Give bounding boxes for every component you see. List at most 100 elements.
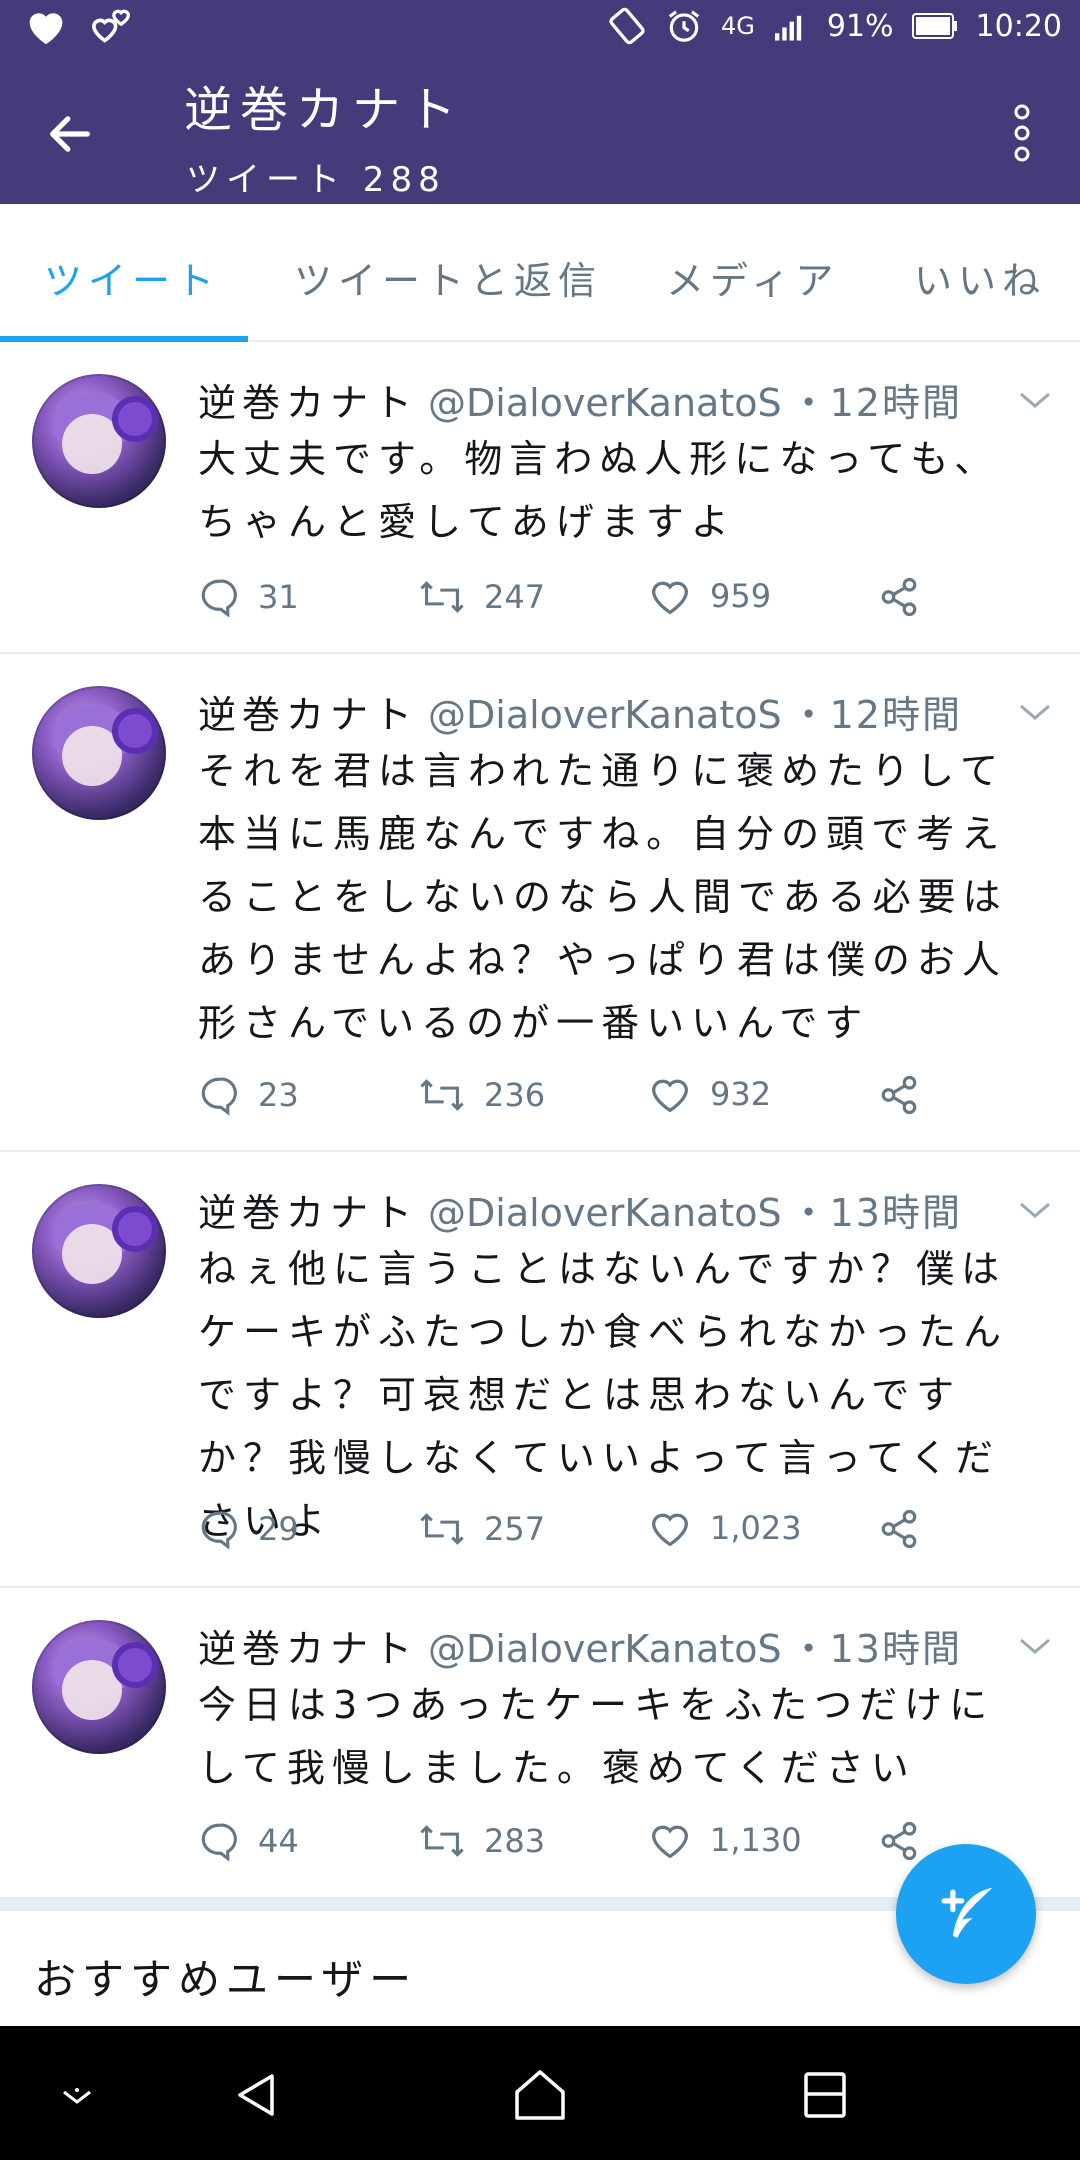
rotate-icon [607, 6, 647, 46]
profile-title: 逆巻カナト [184, 82, 465, 138]
reply-count: 23 [258, 1076, 299, 1114]
chevron-down-icon[interactable] [1018, 1200, 1052, 1220]
retweet-button[interactable]: 283 [418, 1820, 545, 1862]
reply-icon [201, 1511, 237, 1550]
tweet-actions: 44 283 1,130 [198, 1820, 958, 1872]
author-name: 逆巻カナト [198, 693, 419, 737]
tweet-header: 逆巻カナト @DialoverKanatoS ・13時間 [198, 1618, 962, 1673]
reply-button[interactable]: 23 [198, 1074, 299, 1116]
network-type-label: 4G [720, 12, 755, 40]
retweet-count: 257 [484, 1510, 546, 1548]
tweet-count: ツイート 288 [186, 160, 446, 200]
like-button[interactable]: 932 [648, 1074, 771, 1114]
avatar[interactable] [32, 686, 166, 820]
share-button[interactable] [878, 1508, 920, 1550]
tab-media[interactable]: メディア [666, 250, 839, 305]
share-button[interactable] [878, 1074, 920, 1116]
hide-nav-icon[interactable] [42, 2060, 112, 2130]
hearts-app-icon [90, 6, 134, 46]
alarm-icon [665, 7, 703, 45]
heart-icon [651, 1825, 689, 1859]
retweet-icon [420, 1079, 464, 1111]
battery-percent: 91% [826, 8, 894, 44]
like-count: 1,023 [710, 1509, 802, 1547]
tweet-text: 大丈夫です。物言わぬ人形になっても、ちゃんと愛してあげますよ [198, 437, 1000, 544]
tab-tweets-and-replies[interactable]: ツイートと返信 [294, 250, 602, 305]
chevron-down-icon[interactable] [1018, 702, 1052, 722]
tweet-actions: 31 247 959 [198, 576, 958, 628]
author-name: 逆巻カナト [198, 381, 419, 425]
tweet-actions: 23 236 932 [198, 1074, 958, 1126]
like-count: 959 [710, 577, 772, 615]
tab-tweets[interactable]: ツイート [44, 250, 220, 305]
like-button[interactable]: 959 [648, 576, 771, 616]
share-icon [881, 1075, 917, 1115]
tweet-time: ・12時間 [789, 381, 962, 425]
avatar[interactable] [32, 1184, 166, 1318]
reply-button[interactable]: 29 [198, 1508, 299, 1550]
tweet-time: ・12時間 [789, 693, 962, 737]
reply-icon [201, 1823, 237, 1862]
author-handle: @DialoverKanatoS [428, 381, 782, 425]
author-handle: @DialoverKanatoS [428, 1191, 782, 1235]
tab-likes[interactable]: いいね [914, 250, 1046, 305]
like-count: 932 [710, 1075, 772, 1113]
retweet-button[interactable]: 257 [418, 1508, 545, 1550]
reply-button[interactable]: 44 [198, 1820, 299, 1862]
like-button[interactable]: 1,130 [648, 1820, 802, 1860]
reply-button[interactable]: 31 [198, 576, 299, 618]
recents-nav-icon[interactable] [790, 2060, 860, 2130]
share-button[interactable] [878, 576, 920, 618]
compose-tweet-button[interactable] [896, 1844, 1036, 1984]
avatar[interactable] [32, 374, 166, 508]
tweet-header: 逆巻カナト @DialoverKanatoS ・13時間 [198, 1182, 962, 1237]
tweet-header: 逆巻カナト @DialoverKanatoS ・12時間 [198, 684, 962, 739]
share-icon [881, 1509, 917, 1549]
retweet-count: 247 [484, 578, 546, 616]
reply-icon [201, 1077, 237, 1116]
share-icon [881, 1821, 917, 1861]
retweet-icon [420, 581, 464, 613]
reply-count: 29 [258, 1510, 299, 1548]
recommended-users-heading: おすすめユーザー [34, 1955, 418, 2004]
share-button[interactable] [878, 1820, 920, 1862]
tweet-item[interactable]: 逆巻カナト @DialoverKanatoS ・12時間 それを君は言われた通りに褒… [0, 654, 1080, 1152]
tweet-time: ・13時間 [789, 1191, 962, 1235]
share-icon [881, 577, 917, 617]
heart-notification-icon [24, 6, 68, 46]
tweet-time: ・13時間 [789, 1627, 962, 1671]
tweet-header: 逆巻カナト @DialoverKanatoS ・12時間 [198, 372, 962, 427]
author-name: 逆巻カナト [198, 1627, 419, 1671]
reply-icon [201, 579, 237, 618]
retweet-count: 283 [484, 1822, 546, 1860]
author-handle: @DialoverKanatoS [428, 1627, 782, 1671]
tweet-text: それを君は言われた通りに褒めたりして本当に馬鹿なんですね。自分の頭で考えることを… [198, 749, 1008, 1045]
home-nav-icon[interactable] [505, 2060, 575, 2130]
like-count: 1,130 [710, 1821, 802, 1859]
tweet-item[interactable]: 逆巻カナト @DialoverKanatoS ・13時間 ねぇ他に言うことはないんで… [0, 1152, 1080, 1588]
reply-count: 44 [258, 1822, 299, 1860]
signal-icon [773, 10, 809, 42]
retweet-button[interactable]: 236 [418, 1074, 545, 1116]
retweet-button[interactable]: 247 [418, 576, 545, 618]
battery-icon [911, 12, 958, 40]
retweet-icon [420, 1825, 464, 1857]
system-nav-bar [0, 2026, 1080, 2160]
tweet-actions: 29 257 1,023 [198, 1508, 958, 1560]
author-handle: @DialoverKanatoS [428, 693, 782, 737]
tweet-item[interactable]: 逆巻カナト @DialoverKanatoS ・13時間 今日は3つあったケーキをふ… [0, 1588, 1080, 1896]
tweet-text: 今日は3つあったケーキをふたつだけにして我慢しました。褒めてください [198, 1683, 995, 1790]
more-options-icon[interactable] [1012, 102, 1032, 164]
status-bar: 4G 91% 10:20 [0, 0, 1080, 58]
chevron-down-icon[interactable] [1018, 1636, 1052, 1656]
heart-icon [651, 581, 689, 615]
chevron-down-icon[interactable] [1018, 390, 1052, 410]
back-arrow-icon[interactable] [44, 108, 96, 160]
author-name: 逆巻カナト [198, 1191, 419, 1235]
tweet-text: ねぇ他に言うことはないんですか？僕はケーキがふたつしか食べられなかったんですよ？… [198, 1247, 1009, 1543]
avatar[interactable] [32, 1620, 166, 1754]
tweet-item[interactable]: 逆巻カナト @DialoverKanatoS ・12時間 大丈夫です。物言わぬ人形に… [0, 342, 1080, 654]
reply-count: 31 [258, 578, 299, 616]
like-button[interactable]: 1,023 [648, 1508, 802, 1548]
back-nav-icon[interactable] [222, 2060, 292, 2130]
